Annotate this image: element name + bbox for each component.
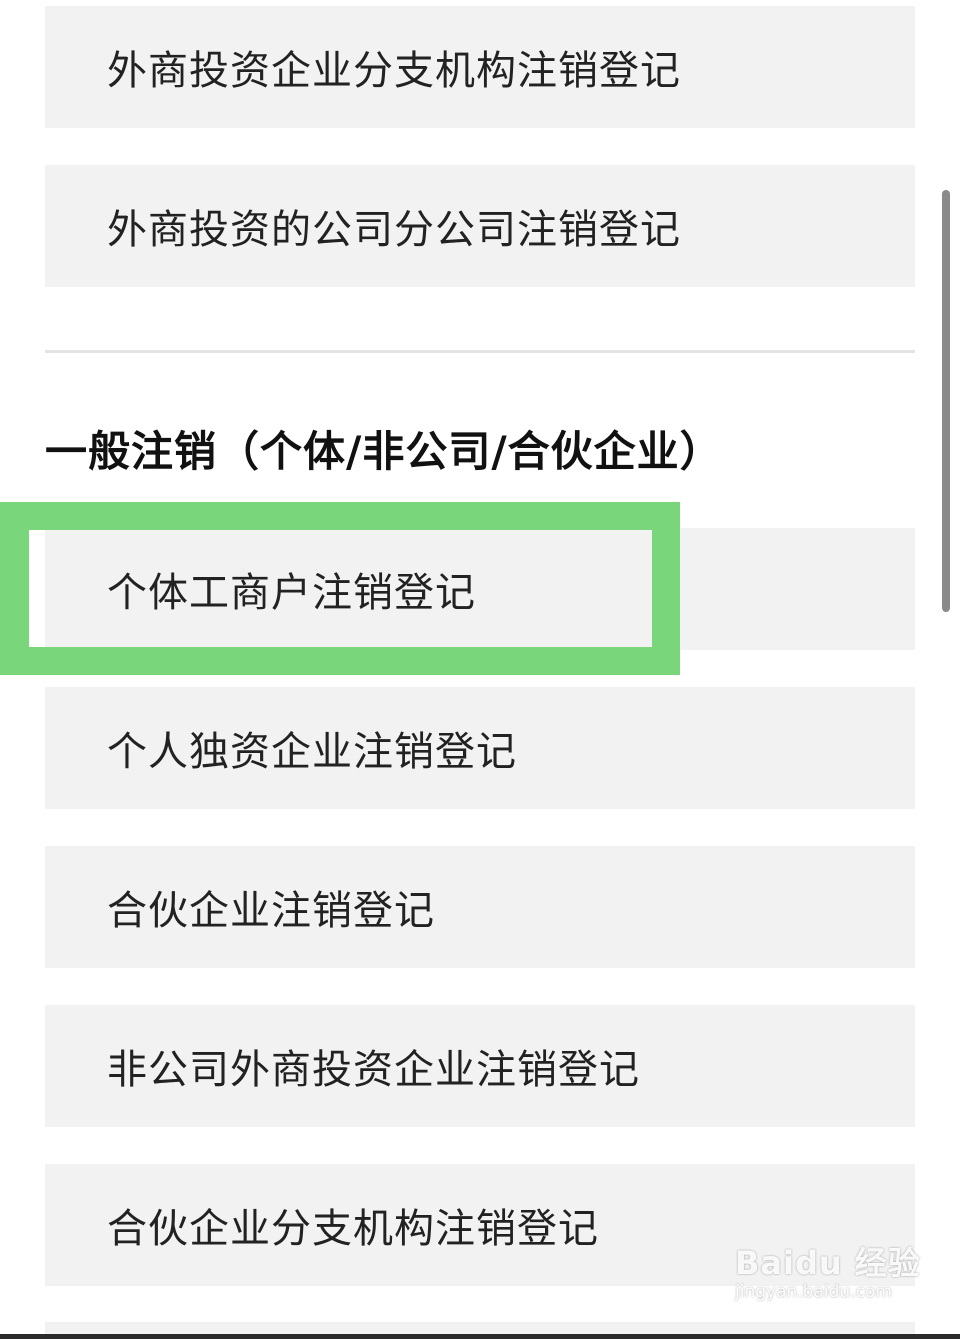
item-label: 个体工商户注销登记 bbox=[107, 570, 476, 616]
item-label: 合伙企业注销登记 bbox=[107, 888, 435, 934]
scrollbar[interactable] bbox=[942, 190, 950, 612]
item-label: 非公司外商投资企业注销登记 bbox=[107, 1047, 640, 1093]
watermark-brand: Baidu 经验 bbox=[735, 1244, 921, 1282]
registration-item[interactable]: 合伙企业注销登记 bbox=[45, 846, 915, 968]
registration-item[interactable]: 个人独资企业注销登记 bbox=[45, 687, 915, 809]
item-label: 个人独资企业注销登记 bbox=[107, 729, 517, 775]
bottom-border bbox=[0, 1334, 960, 1339]
registration-item-individual-business[interactable]: 个体工商户注销登记 bbox=[45, 528, 915, 650]
section-title: 一般注销（个体/非公司/合伙企业） bbox=[45, 427, 723, 476]
registration-item[interactable]: 外商投资企业分支机构注销登记 bbox=[45, 6, 915, 128]
registration-item[interactable]: 外商投资的公司分公司注销登记 bbox=[45, 165, 915, 287]
item-label: 外商投资企业分支机构注销登记 bbox=[107, 48, 681, 94]
item-label: 合伙企业分支机构注销登记 bbox=[107, 1206, 599, 1252]
watermark-url: jingyan.baidu.com bbox=[735, 1282, 892, 1302]
item-label: 外商投资的公司分公司注销登记 bbox=[107, 207, 681, 253]
registration-item[interactable]: 非公司外商投资企业注销登记 bbox=[45, 1005, 915, 1127]
section-divider bbox=[45, 350, 915, 353]
baidu-watermark: Baidu 经验 jingyan.baidu.com bbox=[735, 1238, 925, 1302]
